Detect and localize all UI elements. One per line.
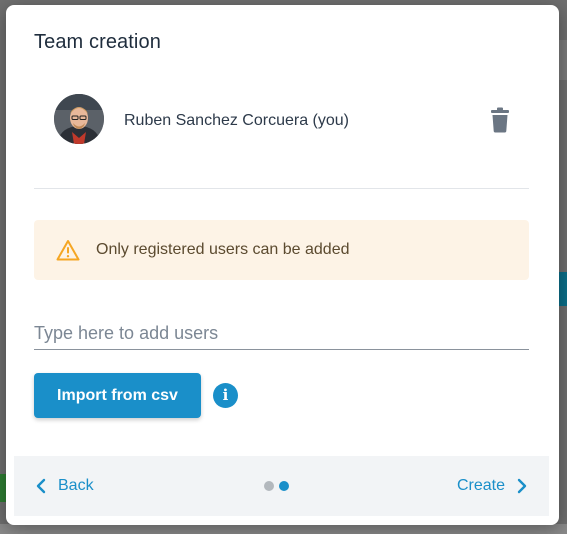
create-label: Create xyxy=(456,477,505,494)
step-dot-1 xyxy=(264,481,274,491)
background-app-bottom xyxy=(0,524,567,534)
warning-banner: Only registered users can be added xyxy=(34,220,529,280)
back-label: Back xyxy=(58,477,94,494)
modal-title: Team creation xyxy=(34,31,161,53)
background-app-button-edge xyxy=(558,272,567,306)
avatar xyxy=(54,94,104,144)
warning-triangle-icon xyxy=(56,240,80,261)
trash-icon xyxy=(491,107,509,133)
info-icon[interactable]: i xyxy=(213,383,238,408)
member-row: Ruben Sanchez Corcuera (you) xyxy=(34,89,529,153)
member-name: Ruben Sanchez Corcuera (you) xyxy=(124,112,350,129)
step-indicator xyxy=(264,481,289,491)
chevron-right-icon xyxy=(517,478,527,494)
import-from-csv-button[interactable]: Import from csv xyxy=(34,373,201,418)
team-creation-modal: Team creation Ruben Sanchez Corcuera (yo… xyxy=(6,5,559,525)
delete-member-button[interactable] xyxy=(488,107,512,133)
chevron-left-icon xyxy=(36,478,46,494)
create-button[interactable]: Create xyxy=(457,474,527,498)
add-users-input[interactable] xyxy=(34,317,529,350)
divider xyxy=(34,188,529,189)
back-button[interactable]: Back xyxy=(36,474,94,498)
background-app-edge xyxy=(558,40,567,80)
modal-footer: Back Create xyxy=(14,456,549,516)
warning-text: Only registered users can be added xyxy=(96,241,350,258)
step-dot-2 xyxy=(279,481,289,491)
